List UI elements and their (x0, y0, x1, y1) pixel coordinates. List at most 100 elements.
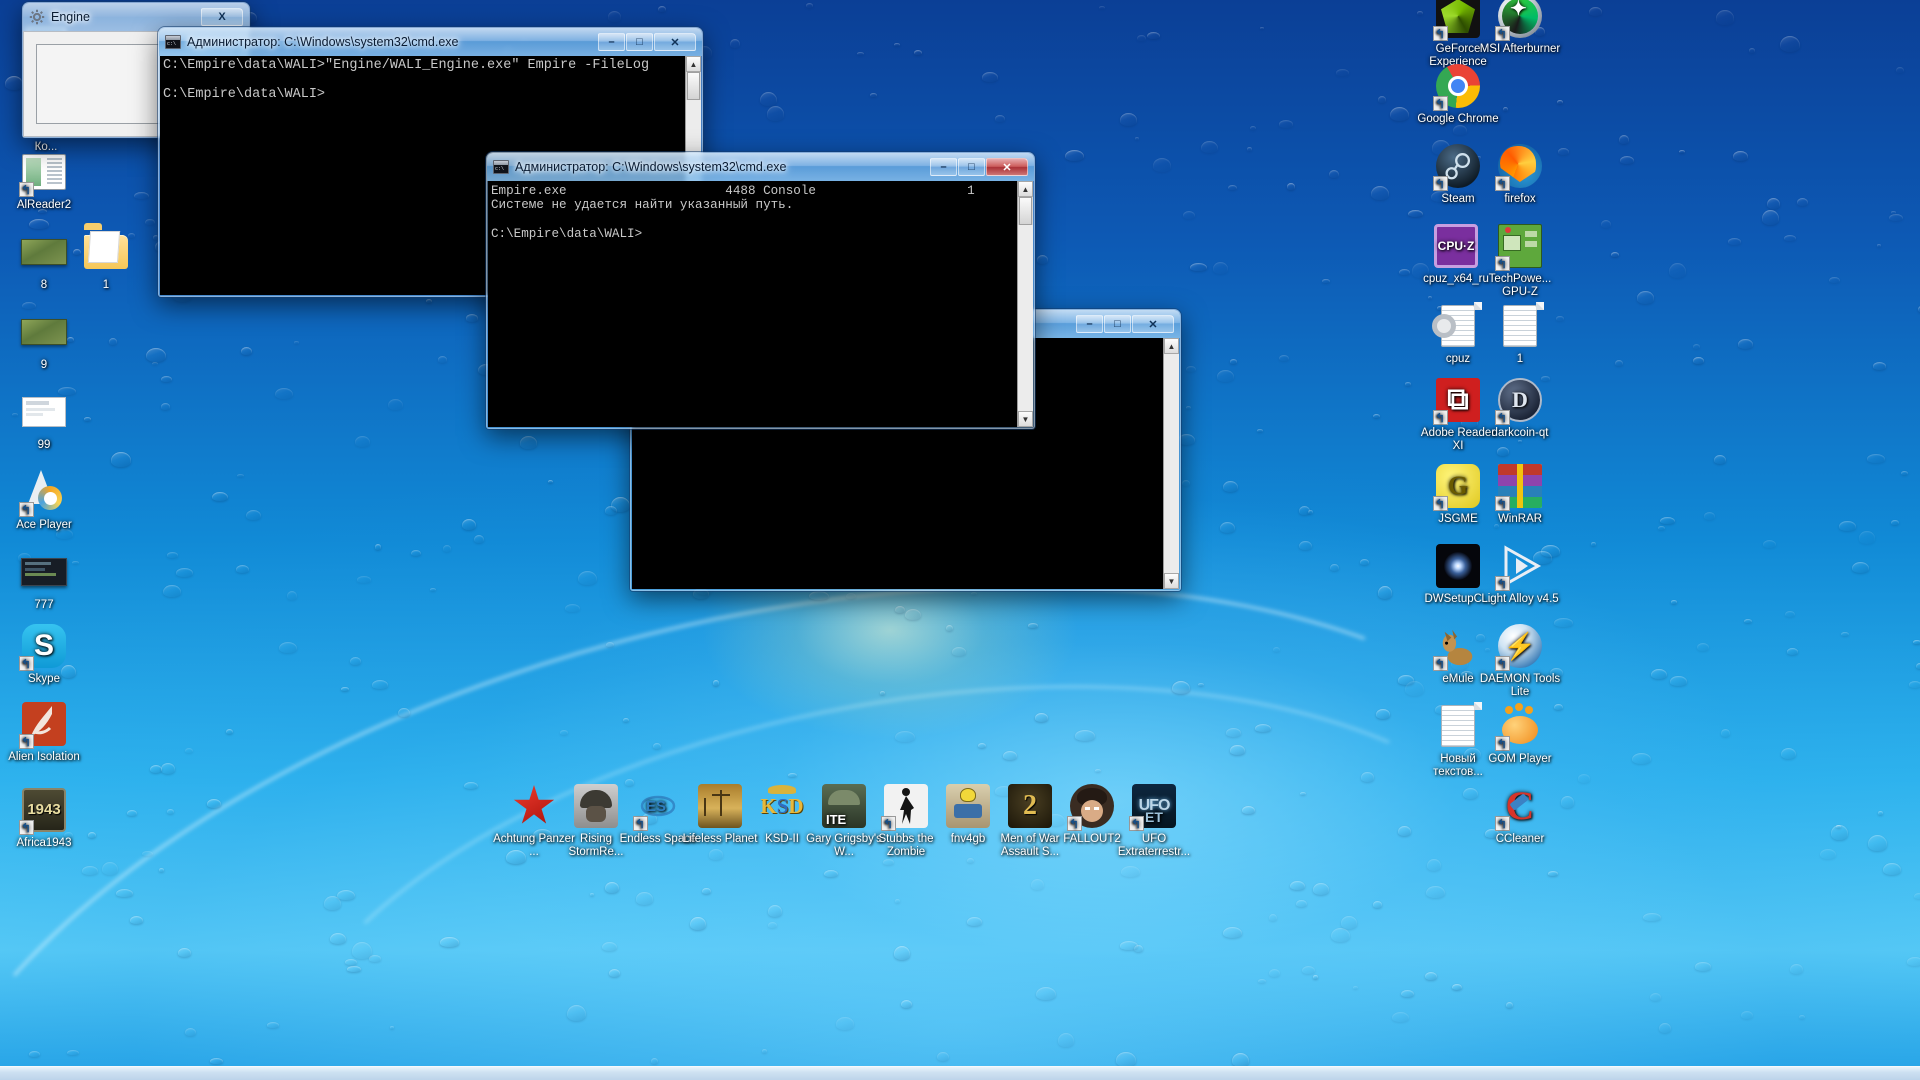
cmd2-vertical-scrollbar[interactable]: ▲ ▼ (1017, 181, 1033, 427)
desktop-icon-firefox[interactable]: firefox (1478, 142, 1562, 206)
cmd1-minimize-button[interactable]: – (598, 33, 625, 51)
desktop-icon-skype[interactable]: S Skype (2, 622, 86, 686)
cmd2-scroll-track[interactable] (1018, 225, 1033, 411)
shortcut-overlay-icon (19, 502, 34, 517)
desktop-icon-daemon-tools-lite[interactable]: ⚡DAEMON Tools Lite (1478, 622, 1562, 698)
fnv4gb-icon (944, 782, 992, 830)
dwsetup-icon (1434, 542, 1482, 590)
cmd3-scroll-down-icon[interactable]: ▼ (1164, 573, 1179, 589)
cmd3-scroll-track[interactable] (1164, 354, 1179, 573)
shortcut-overlay-icon (19, 734, 34, 749)
desktop-icon-alien-isolation[interactable]: Alien Isolation (2, 700, 86, 764)
shortcut-overlay-icon (881, 816, 896, 831)
cmd3-minimize-button[interactable]: – (1076, 315, 1103, 333)
ksd-ii-icon: KSD (758, 782, 806, 830)
cmd-window-2[interactable]: Администратор: C:\Windows\system32\cmd.e… (486, 152, 1035, 429)
desktop-icon-alreader2[interactable]: AlReader2 (2, 148, 86, 212)
desktop-icon-label: 99 (37, 439, 51, 451)
desktop-icon-image-777[interactable]: 777 (2, 548, 86, 612)
gear-icon (29, 9, 45, 25)
cmd2-maximize-button[interactable]: □ (958, 158, 985, 176)
adobe-reader-xi-icon: ⧉ (1433, 376, 1482, 425)
emule-icon (1433, 622, 1482, 671)
desktop-icon-google-chrome[interactable]: Google Chrome (1416, 62, 1500, 126)
desktop-icon-label: darkcoin-qt (1491, 427, 1549, 439)
desktop-icon-folder-1[interactable]: 1 (64, 228, 148, 292)
cmd2-title-text: Администратор: C:\Windows\system32\cmd.e… (515, 160, 787, 174)
shortcut-overlay-icon (1495, 736, 1510, 751)
new-text-document-icon (1434, 702, 1482, 750)
desktop-icon-winrar[interactable]: WinRAR (1478, 462, 1562, 526)
light-alloy-icon (1495, 542, 1544, 591)
desktop-icon-gom-player[interactable]: GOM Player (1478, 702, 1562, 766)
cpuz-x64-ru-icon: CPU·Z (1432, 222, 1480, 270)
firefox-icon (1495, 142, 1544, 191)
shortcut-overlay-icon (1495, 410, 1510, 425)
desktop-icon-light-alloy[interactable]: Light Alloy v4.5 (1478, 542, 1562, 606)
cmd3-close-button[interactable]: ✕ (1132, 315, 1174, 333)
cmd2-titlebar[interactable]: Администратор: C:\Windows\system32\cmd.e… (487, 153, 1034, 181)
daemon-tools-lite-icon: ⚡ (1495, 622, 1544, 671)
desktop-icon-gpuz[interactable]: TechPowe... GPU-Z (1478, 222, 1562, 298)
shortcut-overlay-icon (1433, 496, 1448, 511)
shortcut-overlay-icon (1495, 576, 1510, 591)
desktop-icon-label: DAEMON Tools Lite (1479, 673, 1561, 698)
engine-close-button[interactable]: X (201, 8, 243, 26)
cmd3-scroll-up-icon[interactable]: ▲ (1164, 338, 1179, 354)
text-1-icon (1496, 302, 1544, 350)
desktop-icon-label: Google Chrome (1417, 113, 1499, 125)
desktop-icon-africa1943[interactable]: 1943 Africa1943 (2, 786, 86, 850)
desktop-icon-label: CCleaner (1495, 833, 1545, 845)
shortcut-overlay-icon (633, 816, 648, 831)
cmd2-scroll-down-icon[interactable]: ▼ (1018, 411, 1033, 427)
cmd1-close-button[interactable]: ✕ (654, 33, 696, 51)
cmd1-window-buttons: – □ ✕ (598, 33, 696, 51)
cmd3-vertical-scrollbar[interactable]: ▲ ▼ (1163, 338, 1179, 589)
desktop-icon-text-1[interactable]: 1 (1478, 302, 1562, 366)
cmd2-console-output[interactable]: Empire.exe 4488 Console 1 6 848 КБ Систе… (488, 181, 1017, 427)
rising-storm-icon (572, 782, 620, 830)
desktop-icon-label: 1 (1516, 353, 1524, 365)
cmd1-scroll-up-icon[interactable]: ▲ (686, 56, 701, 72)
desktop-icon-msi-afterburner[interactable]: ✦ MSI Afterburner (1478, 0, 1562, 56)
image-99-icon (20, 388, 68, 436)
darkcoin-qt-icon: D (1495, 376, 1544, 425)
ufo-extraterrestrials-icon: UFO ET (1129, 782, 1178, 831)
gary-grigsbys-war-icon: ITE (820, 782, 868, 830)
shortcut-overlay-icon (1433, 26, 1448, 41)
cmd1-scroll-thumb[interactable] (687, 72, 700, 100)
cmd2-scroll-up-icon[interactable]: ▲ (1018, 181, 1033, 197)
cmd2-minimize-button[interactable]: – (930, 158, 957, 176)
cmd2-scroll-thumb[interactable] (1019, 197, 1032, 225)
console-icon (493, 160, 509, 174)
shortcut-overlay-icon (1433, 96, 1448, 111)
desktop-icon-label: Africa1943 (16, 837, 72, 849)
google-chrome-icon (1433, 62, 1482, 111)
achtung-panzer-icon (510, 782, 558, 830)
engine-window-buttons: X (201, 8, 243, 26)
desktop-icon-label: AlReader2 (16, 199, 72, 211)
cmd2-window-buttons: – □ ✕ (930, 158, 1028, 176)
gpuz-icon (1495, 222, 1544, 271)
desktop-icon-ufo-extraterrestrials[interactable]: UFOETUFO Extraterrestr... (1112, 782, 1196, 858)
desktop-icon-ccleaner[interactable]: C CCleaner (1478, 782, 1562, 846)
cmd2-close-button[interactable]: ✕ (986, 158, 1028, 176)
stubbs-the-zombie-icon (881, 782, 930, 831)
cmd3-maximize-button[interactable]: □ (1104, 315, 1131, 333)
taskbar[interactable] (0, 1066, 1920, 1080)
cmd1-titlebar[interactable]: Администратор: C:\Windows\system32\cmd.e… (159, 28, 702, 56)
desktop-icon-image-99[interactable]: 99 (2, 388, 86, 452)
shortcut-overlay-icon (1433, 656, 1448, 671)
desktop-icon-label: firefox (1504, 193, 1536, 205)
engine-title-text: Engine (51, 10, 90, 24)
desktop-icon-label: 1 (102, 279, 110, 291)
desktop-icon-ace-player[interactable]: Ace Player (2, 468, 86, 532)
ccleaner-icon: C (1495, 782, 1544, 831)
desktop-icon-image-9[interactable]: 9 (2, 308, 86, 372)
cmd1-maximize-button[interactable]: □ (626, 33, 653, 51)
skype-icon: S (19, 622, 68, 671)
desktop-icon-label: UFO Extraterrestr... (1117, 833, 1191, 858)
shortcut-overlay-icon (19, 182, 34, 197)
desktop-icon-darkcoin-qt[interactable]: Ddarkcoin-qt (1478, 376, 1562, 440)
alien-isolation-icon (19, 700, 68, 749)
